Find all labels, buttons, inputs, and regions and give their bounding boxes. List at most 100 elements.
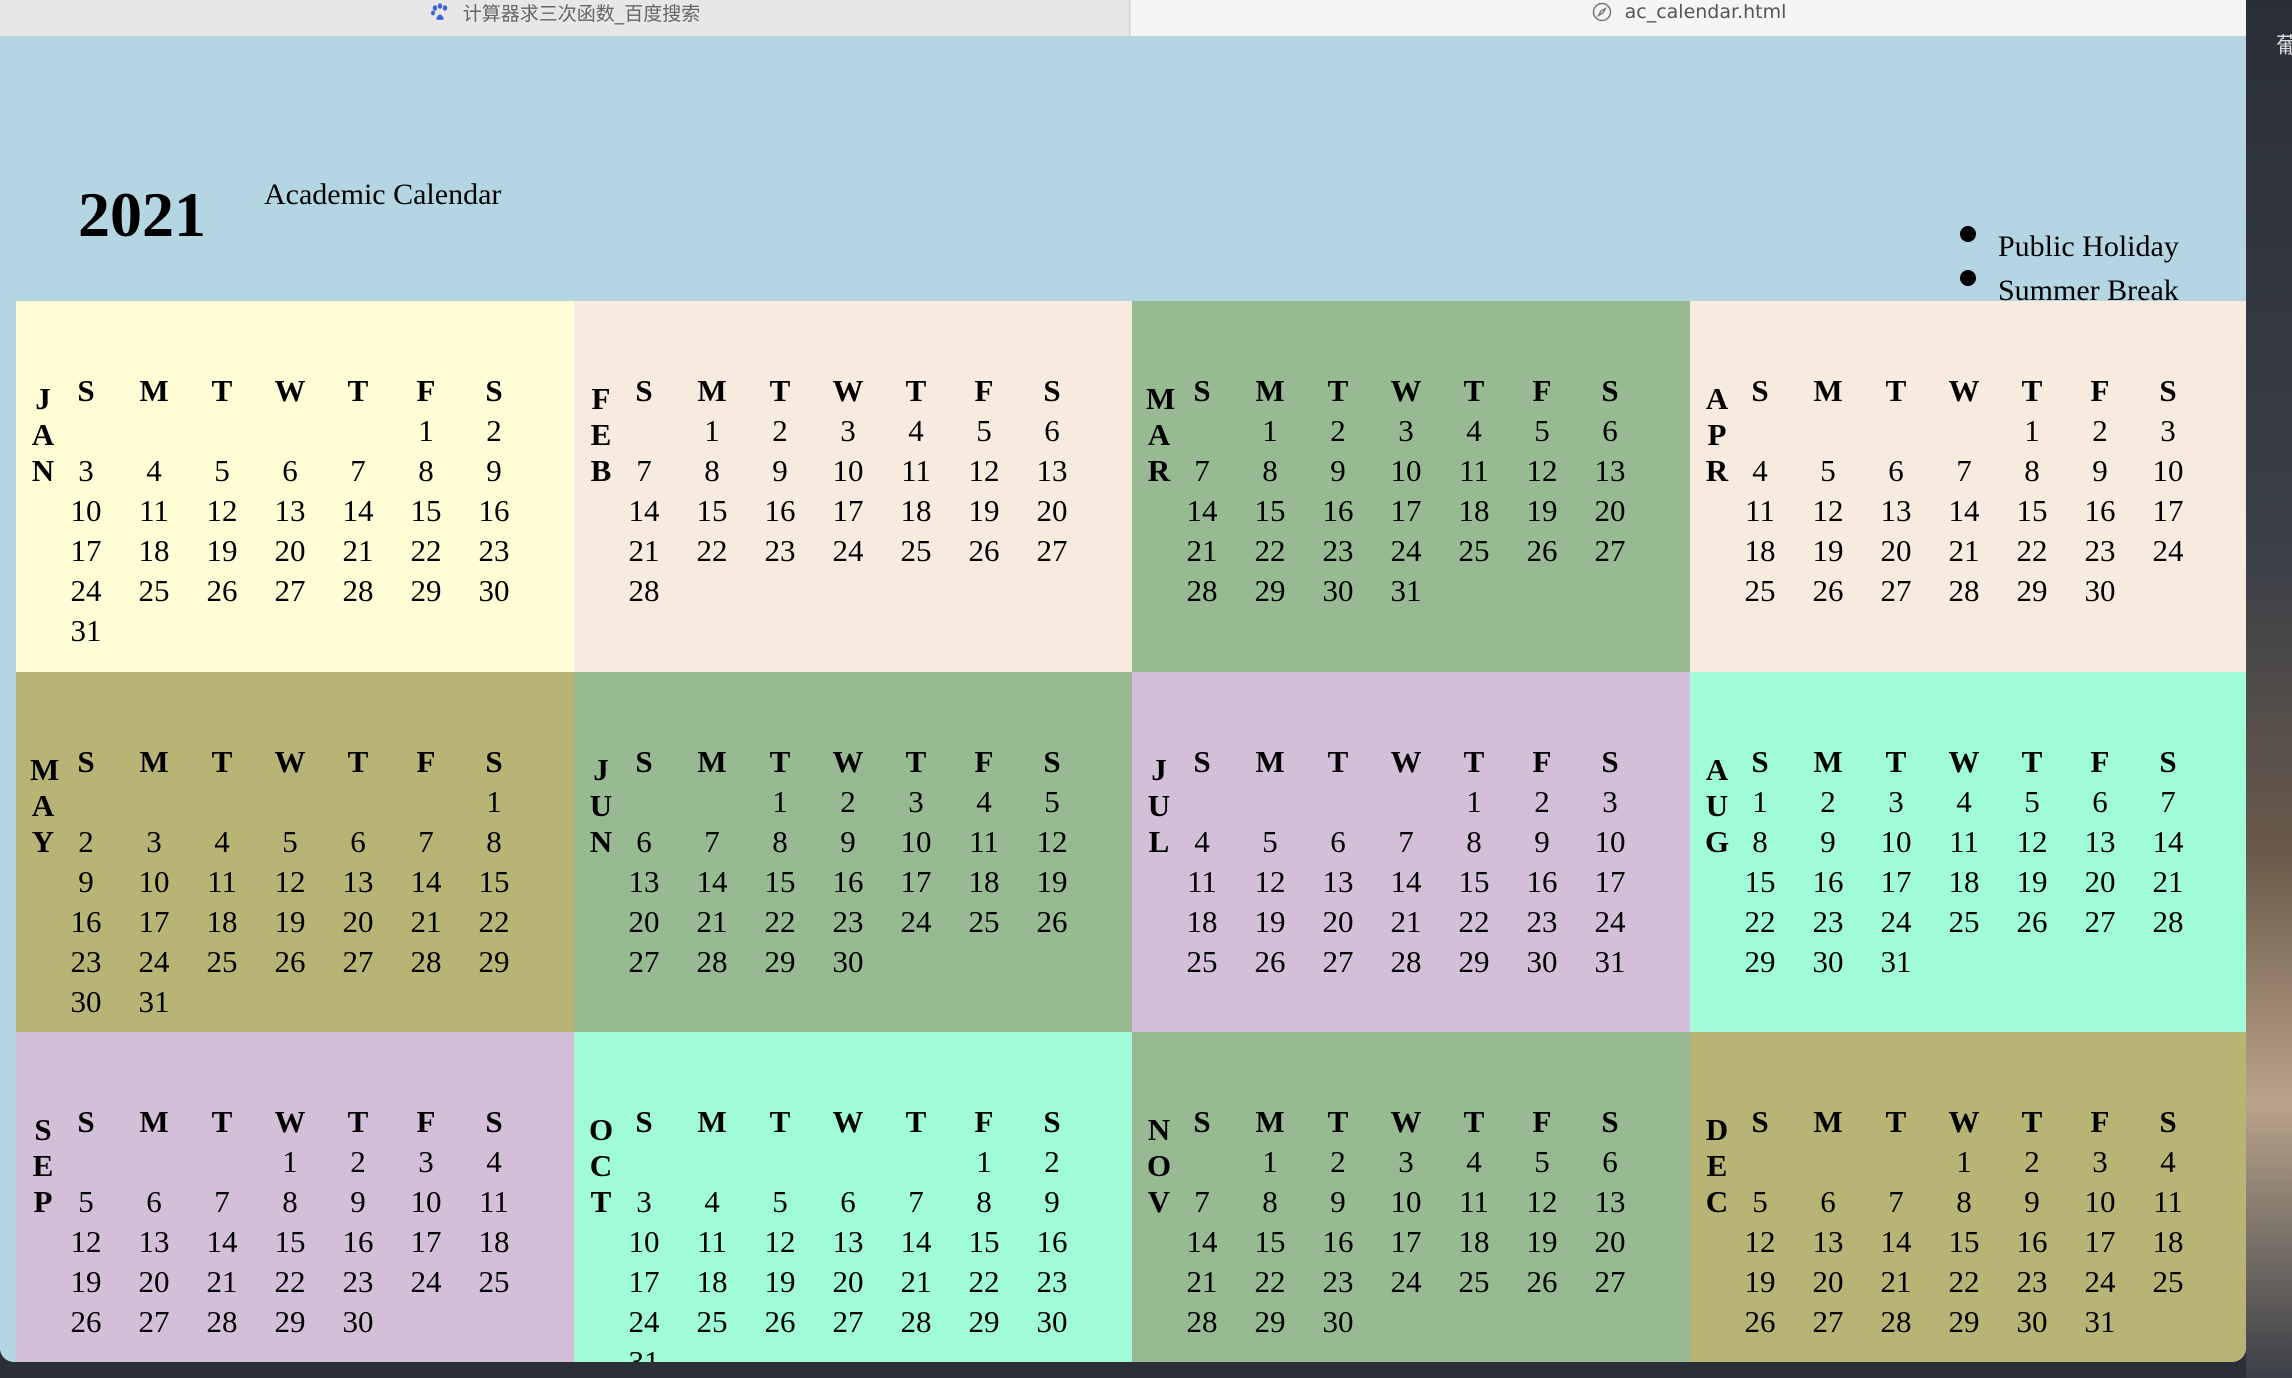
tab-ac-calendar[interactable]: ac_calendar.html bbox=[1131, 0, 2246, 36]
day-cell: 18 bbox=[138, 533, 170, 568]
compass-icon bbox=[1591, 1, 1613, 23]
weekday-header: S bbox=[1193, 744, 1211, 779]
day-cell: 15 bbox=[410, 493, 442, 528]
day-cell: 7 bbox=[418, 824, 434, 859]
weekday-header: T bbox=[905, 1104, 927, 1139]
day-cell: 15 bbox=[764, 864, 796, 899]
day-cell: 25 bbox=[2152, 1264, 2184, 1299]
month-sep: SEP S M T W T F S 1 2 3 4 5 6 7 8 9 10 11 12 13 14 15 16 17 18 19 2… bbox=[16, 1032, 574, 1362]
day-cell: 28 bbox=[1948, 573, 1980, 608]
weekday-header: M bbox=[1813, 744, 1843, 779]
day-cell: 12 bbox=[274, 864, 306, 899]
day-cell: 30 bbox=[1322, 1304, 1354, 1339]
day-cell: 17 bbox=[410, 1224, 442, 1259]
day-cell: 27 bbox=[274, 573, 306, 608]
day-cell: 18 bbox=[1186, 904, 1218, 939]
day-cell: 30 bbox=[1322, 573, 1354, 608]
weekday-header: M bbox=[697, 373, 727, 408]
day-cell: 19 bbox=[1254, 904, 1286, 939]
day-cell: 26 bbox=[2016, 904, 2048, 939]
weekday-header: F bbox=[974, 373, 994, 408]
weekday-header: T bbox=[1327, 1104, 1349, 1139]
day-cell: 2 bbox=[1820, 784, 1836, 819]
day-cell: 21 bbox=[1390, 904, 1422, 939]
day-cell: 5 bbox=[772, 1184, 788, 1219]
day-cell: 15 bbox=[696, 493, 728, 528]
day-cell: 25 bbox=[206, 944, 238, 979]
day-cell: 6 bbox=[1602, 413, 1618, 448]
tab-title: 计算器求三次函数_百度搜索 bbox=[462, 2, 701, 25]
weekday-header: T bbox=[211, 1104, 233, 1139]
day-cell: 29 bbox=[410, 573, 442, 608]
day-cell: 28 bbox=[1390, 944, 1422, 979]
day-cell: 8 bbox=[976, 1184, 992, 1219]
day-cell: 4 bbox=[1194, 824, 1210, 859]
day-cell: 24 bbox=[2152, 533, 2184, 568]
day-cell: 8 bbox=[1262, 1184, 1278, 1219]
day-cell: 5 bbox=[78, 1184, 94, 1219]
day-cell: 3 bbox=[1888, 784, 1904, 819]
day-cell: 14 bbox=[410, 864, 442, 899]
day-cell: 9 bbox=[1534, 824, 1550, 859]
day-cell: 21 bbox=[2152, 864, 2184, 899]
month-name: DEC bbox=[1705, 1112, 1729, 1219]
day-cell: 13 bbox=[1594, 1184, 1626, 1219]
day-cell: 30 bbox=[1812, 944, 1844, 979]
calendar-grid: JAN S M T W T F S 1 2 3 4 5 6 7 8 9 10 11 12 13 14 15 16 17 18 19 2… bbox=[16, 301, 2246, 1362]
day-cell: 25 bbox=[138, 573, 170, 608]
day-cell: 4 bbox=[1466, 413, 1482, 448]
day-cell: 22 bbox=[1254, 1264, 1286, 1299]
day-cell: 8 bbox=[1752, 824, 1768, 859]
weekday-header: S bbox=[1601, 744, 1619, 779]
day-cell: 30 bbox=[1526, 944, 1558, 979]
weekday-header: F bbox=[416, 744, 436, 779]
weekday-header: S bbox=[635, 1104, 653, 1139]
month-may: MAY S M T W T F S 1 2 3 4 5 6 7 8 9 10 11 12 13 14 15 16 17 18 19 2… bbox=[16, 672, 574, 1032]
weekday-header: W bbox=[1948, 373, 1980, 408]
day-cell: 16 bbox=[70, 904, 102, 939]
day-cell: 12 bbox=[1526, 453, 1558, 488]
day-cell: 23 bbox=[2084, 533, 2116, 568]
day-cell: 9 bbox=[840, 824, 856, 859]
day-cell: 12 bbox=[2016, 824, 2048, 859]
day-cell: 25 bbox=[1186, 944, 1218, 979]
day-cell: 18 bbox=[900, 493, 932, 528]
weekday-header: S bbox=[485, 373, 503, 408]
day-cell: 5 bbox=[1820, 453, 1836, 488]
day-cell: 21 bbox=[1186, 1264, 1218, 1299]
weekday-header: M bbox=[1255, 744, 1285, 779]
day-cell: 27 bbox=[832, 1304, 864, 1339]
weekday-header: T bbox=[1885, 1104, 1907, 1139]
day-cell: 20 bbox=[342, 904, 374, 939]
day-cell: 15 bbox=[2016, 493, 2048, 528]
day-cell: 27 bbox=[2084, 904, 2116, 939]
day-cell: 11 bbox=[697, 1224, 727, 1259]
weekday-header: S bbox=[1043, 1104, 1061, 1139]
weekday-header: S bbox=[1043, 373, 1061, 408]
day-cell: 21 bbox=[206, 1264, 238, 1299]
day-cell: 31 bbox=[2084, 1304, 2116, 1339]
tab-baidu-search[interactable]: 计算器求三次函数_百度搜索 bbox=[0, 0, 1130, 36]
month-name: OCT bbox=[588, 1112, 614, 1219]
day-cell: 12 bbox=[1036, 824, 1068, 859]
day-cell: 23 bbox=[1526, 904, 1558, 939]
day-cell: 10 bbox=[1594, 824, 1626, 859]
month-name: JUN bbox=[589, 752, 613, 859]
day-cell: 9 bbox=[1820, 824, 1836, 859]
day-cell: 31 bbox=[1594, 944, 1626, 979]
day-cell: 29 bbox=[1948, 1304, 1980, 1339]
day-cell: 10 bbox=[138, 864, 170, 899]
day-cell: 18 bbox=[1458, 1224, 1490, 1259]
day-cell: 10 bbox=[2084, 1184, 2116, 1219]
day-cell: 2 bbox=[840, 784, 856, 819]
legend-label: Summer Break bbox=[1998, 274, 2179, 301]
weekday-header: S bbox=[635, 744, 653, 779]
day-cell: 2 bbox=[1534, 784, 1550, 819]
day-cell: 29 bbox=[968, 1304, 1000, 1339]
day-cell: 12 bbox=[1744, 1224, 1776, 1259]
weekday-header: T bbox=[1327, 744, 1349, 779]
day-cell: 3 bbox=[908, 784, 924, 819]
day-cell: 11 bbox=[479, 1184, 509, 1219]
day-cell: 13 bbox=[274, 493, 306, 528]
weekday-header: M bbox=[139, 1104, 169, 1139]
